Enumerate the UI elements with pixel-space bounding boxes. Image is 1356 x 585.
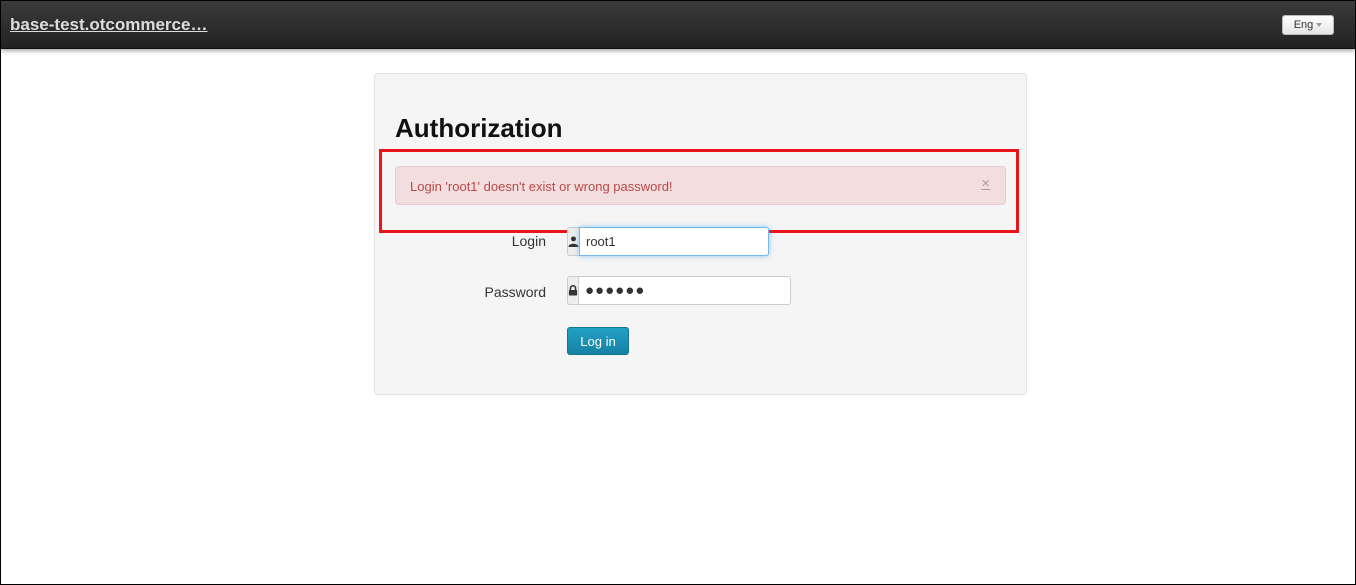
caret-down-icon — [1316, 23, 1323, 27]
password-input-group — [567, 276, 791, 305]
page-frame: base-test.otcommerce… Eng Authorization … — [0, 0, 1356, 585]
close-icon[interactable]: × — [981, 176, 990, 191]
login-input-group — [567, 227, 769, 256]
error-message: Login 'root1' doesn't exist or wrong pas… — [410, 179, 673, 194]
lock-icon — [567, 276, 578, 305]
login-button[interactable]: Log in — [567, 327, 629, 355]
login-label: Login — [511, 233, 546, 249]
user-icon — [567, 227, 579, 256]
login-input[interactable] — [579, 227, 769, 256]
site-brand-link[interactable]: base-test.otcommerce… — [10, 15, 207, 35]
language-dropdown-button[interactable]: Eng — [1282, 15, 1334, 35]
top-navbar: base-test.otcommerce… Eng — [1, 1, 1355, 49]
page-title: Authorization — [395, 113, 563, 143]
language-label: Eng — [1293, 19, 1314, 31]
password-input[interactable] — [578, 276, 791, 305]
password-label: Password — [484, 284, 546, 300]
error-alert: Login 'root1' doesn't exist or wrong pas… — [395, 166, 1006, 205]
